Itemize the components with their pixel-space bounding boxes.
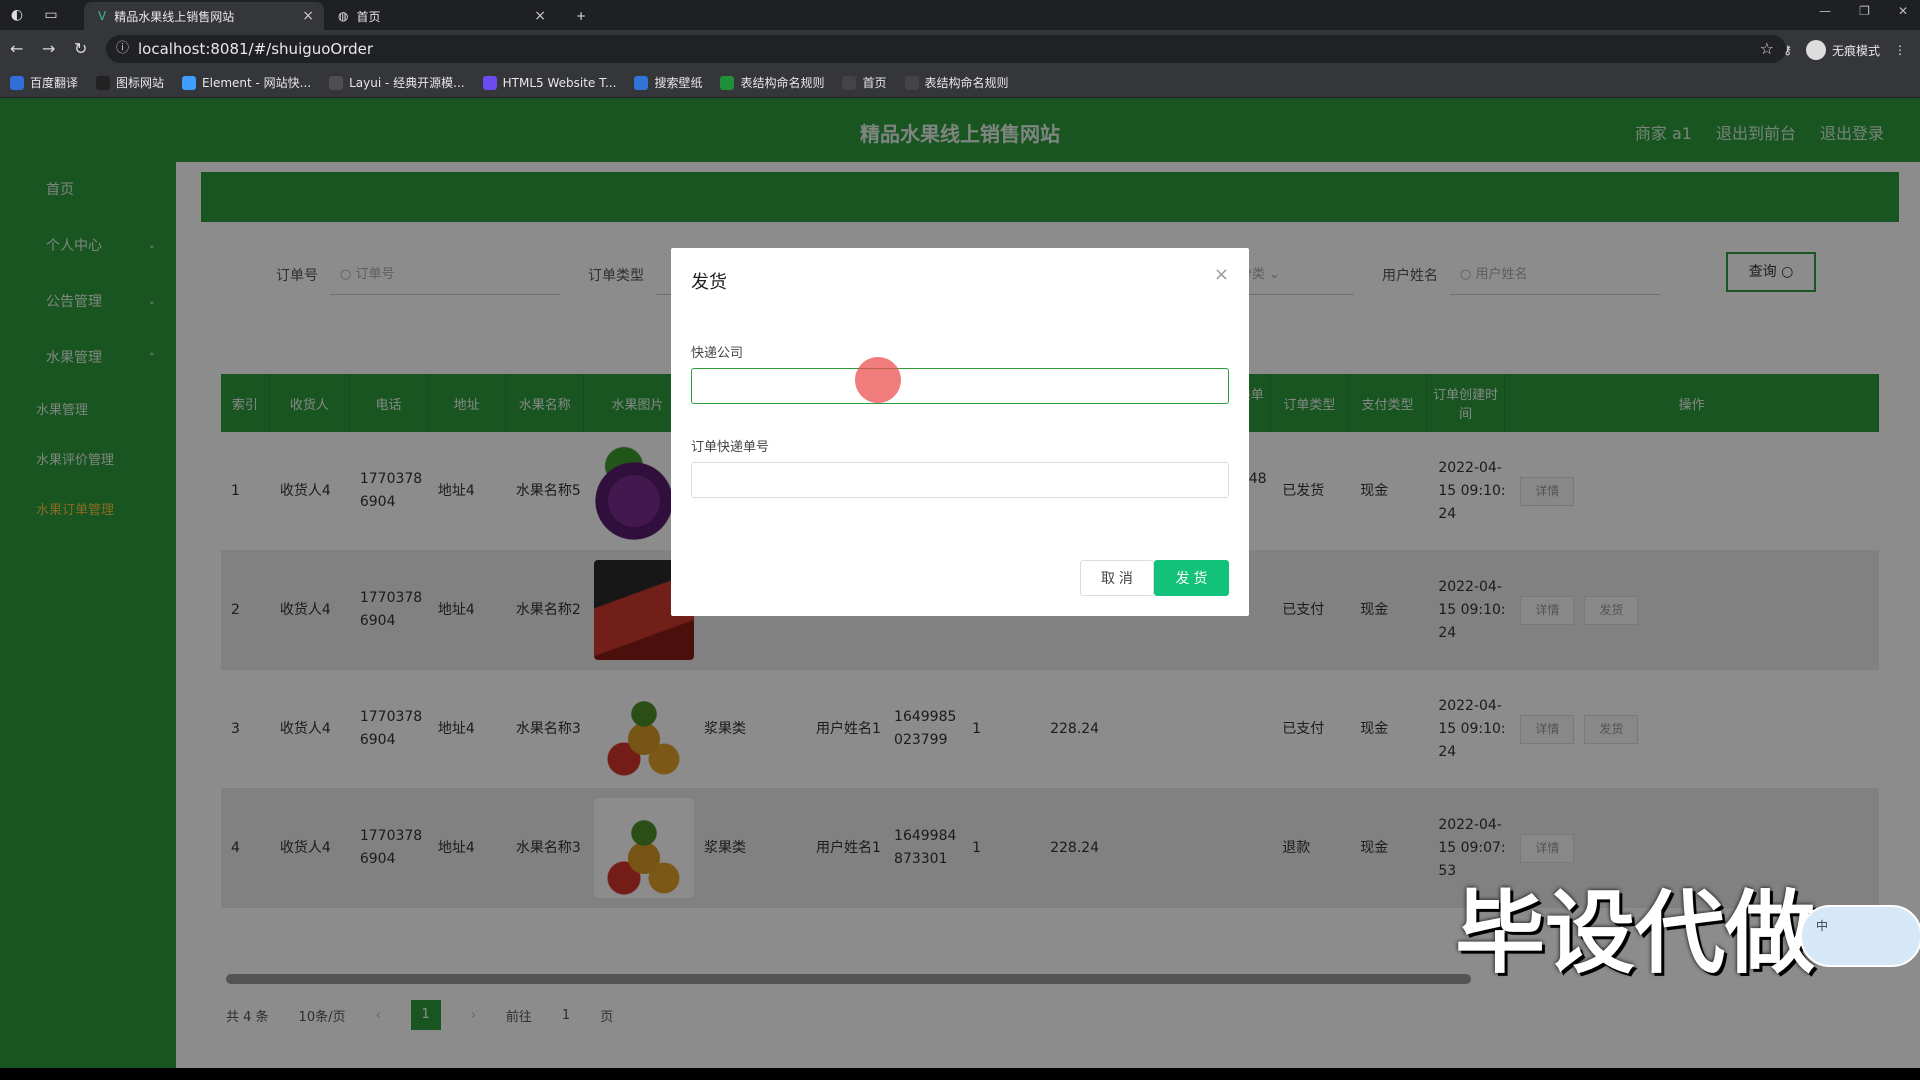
url-field[interactable]: ⓘ localhost:8081/#/shuiguoOrder ☆ [106, 35, 1786, 63]
courier-label: 快递公司 [691, 346, 744, 361]
bookmark-item[interactable]: 搜索壁纸 [634, 74, 702, 91]
close-icon[interactable]: × [302, 8, 314, 24]
ship-button[interactable]: 发 货 [1154, 560, 1229, 596]
close-icon[interactable]: × [534, 8, 546, 24]
bookmark-item[interactable]: 首页 [842, 74, 887, 91]
forward-icon[interactable]: → [42, 39, 55, 58]
tab-active[interactable]: V 精品水果线上销售网站 × [84, 2, 324, 30]
bookmark-item[interactable]: HTML5 Website T... [482, 75, 616, 90]
bookmark-icon [182, 75, 197, 90]
bookmarks-bar: 百度翻译 图标网站 Element - 网站快... Layui - 经典开源模...… [0, 68, 1920, 98]
dialog-title: 发货 [691, 272, 727, 293]
bookmark-icon [329, 75, 344, 90]
tracking-label: 订单快递单号 [691, 440, 770, 455]
tab-title: 首页 [356, 9, 381, 24]
tracking-number-input[interactable] [691, 462, 1229, 498]
incognito-icon [1805, 40, 1826, 60]
bookmark-icon [720, 75, 735, 90]
info-icon[interactable]: ⓘ [116, 35, 129, 63]
address-bar: ← → ↻ ⓘ localhost:8081/#/shuiguoOrder ☆ … [0, 30, 1920, 68]
reload-icon[interactable]: ↻ [74, 39, 87, 58]
new-tab-button[interactable]: + [566, 2, 602, 30]
bookmark-item[interactable]: Layui - 经典开源模... [329, 74, 465, 91]
ime-widget[interactable]: 中 [1800, 905, 1920, 967]
minimize-icon[interactable]: — [1819, 4, 1831, 18]
bookmark-icon [10, 75, 24, 90]
browser-window: ◐ ▭ V 精品水果线上销售网站 × ◍ 首页 × + — ❐ ✕ ← → ↻ … [0, 0, 1920, 1068]
click-highlight [855, 357, 901, 403]
tab-strip-icon[interactable]: ▭ [42, 6, 60, 24]
bookmark-item[interactable]: 百度翻译 [10, 74, 78, 91]
close-window-icon[interactable]: ✕ [1898, 4, 1908, 18]
tab-home[interactable]: ◍ 首页 × [324, 2, 556, 30]
maximize-icon[interactable]: ❐ [1859, 4, 1870, 18]
star-icon[interactable]: ☆ [1760, 35, 1774, 63]
bookmark-icon [842, 75, 857, 90]
bookmark-icon [634, 75, 649, 90]
bookmark-item[interactable]: Element - 网站快... [182, 74, 311, 91]
watermark-text: 毕设代做 [1455, 881, 1815, 986]
close-icon[interactable]: × [1214, 264, 1229, 285]
courier-input[interactable] [691, 368, 1229, 404]
bookmark-icon [482, 75, 497, 90]
bookmark-item[interactable]: 图标网站 [96, 74, 164, 91]
browser-profile-icon[interactable]: ◐ [8, 6, 26, 24]
ship-dialog: 发货 × 快递公司 订单快递单号 取 消 发 货 [671, 248, 1249, 616]
cancel-button[interactable]: 取 消 [1080, 560, 1154, 596]
bookmark-item[interactable]: 表结构命名规则 [720, 74, 824, 91]
tab-title: 精品水果线上销售网站 [114, 9, 235, 24]
back-icon[interactable]: ← [10, 39, 23, 58]
bookmark-item[interactable]: 表结构命名规则 [904, 74, 1009, 91]
bookmark-icon [904, 75, 919, 90]
incognito-badge[interactable]: 无痕模式 [1805, 40, 1880, 60]
tab-bar: ◐ ▭ V 精品水果线上销售网站 × ◍ 首页 × + — ❐ ✕ [0, 0, 1920, 30]
key-icon[interactable]: ⚷ [1783, 43, 1792, 57]
vue-icon: V [98, 9, 107, 23]
bookmark-icon [96, 75, 111, 90]
menu-icon[interactable]: ⋮ [1894, 43, 1906, 57]
globe-icon: ◍ [338, 9, 349, 23]
